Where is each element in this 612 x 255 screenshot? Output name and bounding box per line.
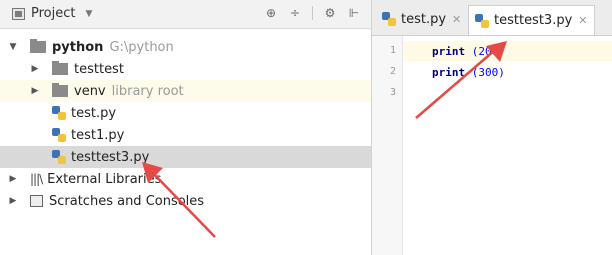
collapse-all-icon[interactable]: ÷ <box>288 6 302 20</box>
toolbar-divider <box>312 6 313 20</box>
folder-icon <box>30 39 46 53</box>
project-panel-header: Project ▼ ⊕ ÷ ⚙ ⊩ <box>0 0 371 29</box>
chevron-right-icon[interactable]: ▶ <box>30 86 40 96</box>
line-number: 1 <box>389 45 396 56</box>
tree-item-label: test1.py <box>71 127 125 143</box>
project-title: Project <box>31 6 76 21</box>
library-icon: |||\ <box>30 172 43 186</box>
code-argument: (200) <box>465 45 505 58</box>
tree-item-label: testtest <box>74 61 124 77</box>
close-icon[interactable]: ✕ <box>578 14 587 27</box>
python-file-icon <box>52 128 66 142</box>
project-toolbar: ⊕ ÷ ⚙ ⊩ <box>264 6 361 20</box>
code-keyword: print <box>432 66 466 79</box>
code-line-1[interactable]: print (200) <box>432 45 505 58</box>
chevron-right-icon[interactable]: ▶ <box>8 196 18 206</box>
line-number-gutter: 1 2 3 <box>372 36 403 255</box>
tree-item-label: venv <box>74 83 106 99</box>
code-keyword: print <box>432 45 466 58</box>
tree-root-python[interactable]: ▼ python G:\python <box>0 36 371 58</box>
project-view-selector[interactable]: Project ▼ <box>12 6 92 21</box>
hide-panel-icon[interactable]: ⊩ <box>347 6 361 20</box>
tree-item-test1-py[interactable]: test1.py <box>0 124 371 146</box>
chevron-down-icon: ▼ <box>85 8 93 19</box>
close-icon[interactable]: ✕ <box>452 13 461 26</box>
code-argument: (300) <box>465 66 505 79</box>
chevron-down-icon[interactable]: ▼ <box>8 42 18 52</box>
code-line-2[interactable]: print (300) <box>432 66 505 79</box>
chevron-right-icon[interactable]: ▶ <box>8 174 18 184</box>
python-file-icon <box>382 12 396 26</box>
editor-area: test.py ✕ testtest3.py ✕ 1 2 3 print (20… <box>372 0 612 255</box>
tree-item-testtest[interactable]: ▶ testtest <box>0 58 371 80</box>
python-file-icon <box>475 13 489 28</box>
tree-item-testtest3-py[interactable]: testtest3.py <box>0 146 371 168</box>
tree-item-label: Scratches and Consoles <box>49 193 205 209</box>
folder-icon <box>52 83 68 97</box>
tab-test-py[interactable]: test.py ✕ <box>376 6 467 32</box>
project-icon <box>12 7 25 20</box>
tree-item-venv[interactable]: ▶ venv library root <box>0 80 371 102</box>
line-number: 2 <box>389 66 396 77</box>
python-file-icon <box>52 106 66 120</box>
tree-item-scratches[interactable]: ▶ Scratches and Consoles <box>0 190 371 212</box>
tree-item-label: test.py <box>71 105 117 121</box>
scratches-icon <box>30 195 43 207</box>
locate-icon[interactable]: ⊕ <box>264 6 278 20</box>
root-folder-name: python <box>52 39 104 55</box>
tree-item-label: testtest3.py <box>71 149 150 165</box>
chevron-right-icon[interactable]: ▶ <box>30 64 40 74</box>
folder-icon <box>52 61 68 75</box>
tab-testtest3-py[interactable]: testtest3.py ✕ <box>468 5 595 35</box>
tree-item-label: External Libraries <box>47 171 162 187</box>
project-panel: Project ▼ ⊕ ÷ ⚙ ⊩ ▼ python G:\python ▶ t… <box>0 0 372 255</box>
line-number: 3 <box>389 87 396 98</box>
python-file-icon <box>52 150 66 164</box>
project-tree: ▼ python G:\python ▶ testtest ▶ venv lib… <box>0 36 371 212</box>
gear-icon[interactable]: ⚙ <box>323 6 337 20</box>
root-folder-path: G:\python <box>109 39 174 55</box>
tree-item-external-libraries[interactable]: ▶ |||\ External Libraries <box>0 168 371 190</box>
tab-label: testtest3.py <box>494 13 573 28</box>
tab-label: test.py <box>401 11 447 27</box>
tree-item-test-py[interactable]: test.py <box>0 102 371 124</box>
editor-tab-bar: test.py ✕ testtest3.py ✕ <box>372 0 612 36</box>
library-root-note: library root <box>111 83 184 99</box>
